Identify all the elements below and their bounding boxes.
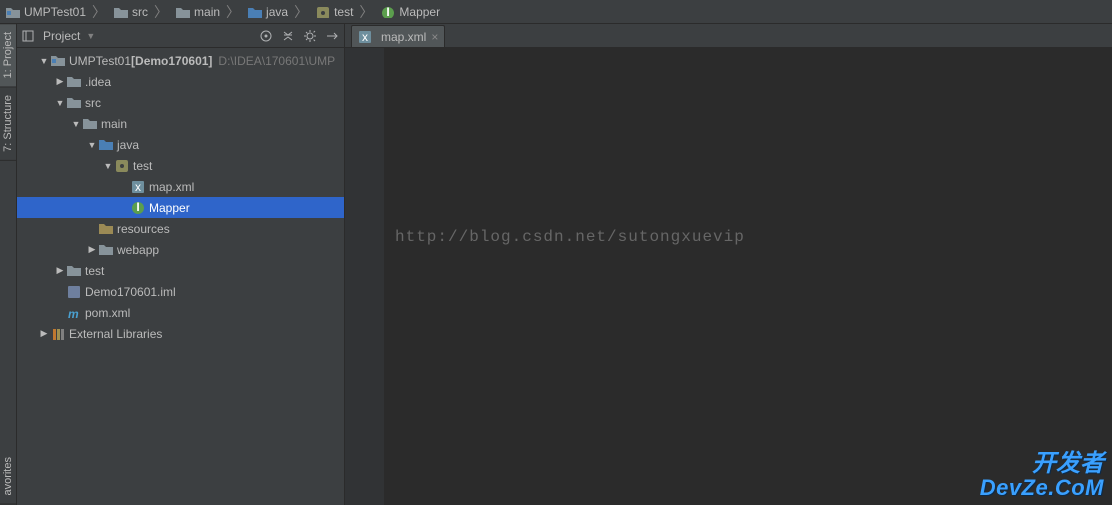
- folder-icon: [99, 243, 113, 257]
- folder-icon: [114, 6, 128, 18]
- breadcrumb-item[interactable]: main〉: [174, 2, 246, 22]
- project-icon: [51, 54, 65, 68]
- watermark-text: http://blog.csdn.net/sutongxuevip: [395, 228, 745, 246]
- breadcrumb-item[interactable]: java〉: [246, 2, 314, 22]
- xml-file-icon: [358, 30, 372, 44]
- project-view-icon: [21, 29, 35, 43]
- folder-icon: [67, 264, 81, 278]
- tool-tab-favorites[interactable]: avorites: [0, 449, 16, 505]
- editor-tab-map-xml[interactable]: map.xml ×: [351, 25, 445, 47]
- sidebar-view-selector[interactable]: Project ▼: [21, 29, 258, 43]
- tree-node[interactable]: resources: [17, 218, 344, 239]
- tree-node-label: UMPTest01: [69, 54, 131, 68]
- chevron-right-icon: 〉: [359, 2, 373, 22]
- tree-node-label: pom.xml: [85, 306, 130, 320]
- tree-node-label: map.xml: [149, 180, 194, 194]
- locate-icon[interactable]: [258, 28, 274, 44]
- editor-tabbar: map.xml ×: [345, 24, 1112, 48]
- tree-node-label: java: [117, 138, 139, 152]
- code-editor[interactable]: http://blog.csdn.net/sutongxuevip: [385, 48, 1112, 505]
- tree-node-label: test: [133, 159, 152, 173]
- breadcrumb-item[interactable]: UMPTest01〉: [4, 2, 112, 22]
- tool-tab-project[interactable]: 1: Project: [0, 24, 16, 87]
- xml-icon: [131, 180, 145, 194]
- chevron-right-icon: 〉: [294, 2, 308, 22]
- tree-node-label: resources: [117, 222, 170, 236]
- tree-node[interactable]: map.xml: [17, 176, 344, 197]
- folder-res-icon: [99, 222, 113, 236]
- editor-area: map.xml × http://blog.csdn.net/sutongxue…: [345, 24, 1112, 505]
- maven-icon: [67, 306, 81, 320]
- expand-arrow-icon[interactable]: [101, 161, 115, 171]
- collapse-all-icon[interactable]: [280, 28, 296, 44]
- tree-node[interactable]: Mapper: [17, 197, 344, 218]
- chevron-right-icon: 〉: [92, 2, 106, 22]
- tree-node[interactable]: pom.xml: [17, 302, 344, 323]
- left-tool-gutter: 1: Project 7: Structure avorites: [0, 24, 17, 505]
- tree-node[interactable]: Demo170601.iml: [17, 281, 344, 302]
- tree-node[interactable]: External Libraries: [17, 323, 344, 344]
- project-tree[interactable]: UMPTest01 [Demo170601] D:\IDEA\170601\UMP…: [17, 48, 344, 505]
- tree-node[interactable]: .idea: [17, 71, 344, 92]
- tree-node-label: webapp: [117, 243, 159, 257]
- chevron-down-icon: ▼: [86, 31, 95, 41]
- tab-label: map.xml: [381, 30, 426, 44]
- tree-node-label: .idea: [85, 75, 111, 89]
- chevron-right-icon: 〉: [226, 2, 240, 22]
- folder-icon: [67, 96, 81, 110]
- tree-node[interactable]: test: [17, 260, 344, 281]
- gear-icon[interactable]: [302, 28, 318, 44]
- expand-arrow-icon[interactable]: [37, 56, 51, 66]
- folder-src-icon: [99, 138, 113, 152]
- tree-node[interactable]: main: [17, 113, 344, 134]
- expand-arrow-icon[interactable]: [69, 119, 83, 129]
- breadcrumb-item[interactable]: src〉: [112, 2, 174, 22]
- project-icon: [6, 6, 20, 18]
- tree-node-label: External Libraries: [69, 327, 162, 341]
- expand-arrow-icon[interactable]: [85, 140, 99, 150]
- project-sidebar: Project ▼ UMPTest01 [Demo170601] D:\IDEA\…: [17, 24, 345, 505]
- expand-arrow-icon[interactable]: [53, 265, 67, 276]
- folder-src-icon: [248, 6, 262, 18]
- tree-node[interactable]: UMPTest01 [Demo170601] D:\IDEA\170601\UMP: [17, 50, 344, 71]
- expand-arrow-icon[interactable]: [85, 244, 99, 255]
- tree-node-label: src: [85, 96, 101, 110]
- expand-arrow-icon[interactable]: [53, 98, 67, 108]
- package-icon: [115, 159, 129, 173]
- expand-arrow-icon[interactable]: [37, 328, 51, 339]
- tool-tab-structure[interactable]: 7: Structure: [0, 87, 16, 161]
- tree-node-path: D:\IDEA\170601\UMP: [218, 54, 335, 68]
- tree-node-label: main: [101, 117, 127, 131]
- close-icon[interactable]: ×: [431, 30, 438, 44]
- line-number-gutter: [345, 48, 385, 505]
- breadcrumb: UMPTest01〉src〉main〉java〉test〉Mapper: [0, 0, 1112, 24]
- interface-icon: [381, 6, 395, 18]
- folder-icon: [67, 75, 81, 89]
- expand-arrow-icon[interactable]: [53, 76, 67, 87]
- tree-node-label: test: [85, 264, 104, 278]
- tree-node[interactable]: src: [17, 92, 344, 113]
- hide-icon[interactable]: [324, 28, 340, 44]
- tree-node-module: [Demo170601]: [131, 54, 212, 68]
- breadcrumb-item[interactable]: Mapper: [379, 2, 446, 22]
- breadcrumb-item[interactable]: test〉: [314, 2, 379, 22]
- interface-icon: [131, 201, 145, 215]
- chevron-right-icon: 〉: [154, 2, 168, 22]
- folder-icon: [83, 117, 97, 131]
- iml-icon: [67, 285, 81, 299]
- tree-node-label: Mapper: [149, 201, 190, 215]
- folder-icon: [176, 6, 190, 18]
- tree-node-label: Demo170601.iml: [85, 285, 176, 299]
- tree-node[interactable]: test: [17, 155, 344, 176]
- libs-icon: [51, 327, 65, 341]
- tree-node[interactable]: java: [17, 134, 344, 155]
- tree-node[interactable]: webapp: [17, 239, 344, 260]
- package-icon: [316, 6, 330, 18]
- sidebar-title-label: Project: [43, 29, 80, 43]
